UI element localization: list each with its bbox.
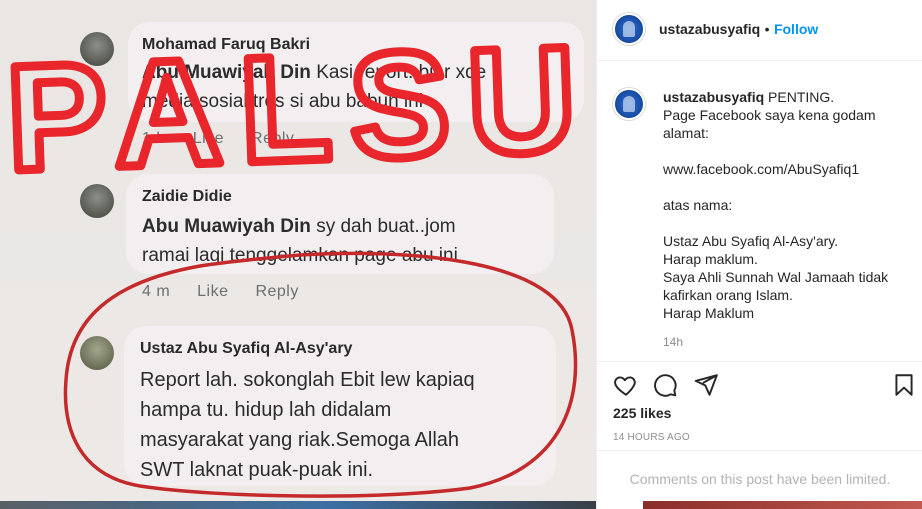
header-username[interactable]: ustazabusyafiq (659, 21, 760, 37)
likes-count[interactable]: 225 likes (613, 405, 671, 421)
image-bottom-strip (0, 501, 596, 509)
post-sidebar: ustazabusyafiq • Follow ustazabusyafiq P… (596, 0, 922, 509)
header-line: ustazabusyafiq • Follow (659, 21, 818, 39)
caption-line: atas nama: (663, 197, 733, 213)
comment-time: 4 m (142, 283, 171, 300)
caption-line: kafirkan orang Islam. (663, 287, 793, 303)
comment-icon[interactable] (652, 372, 678, 398)
caption-username[interactable]: ustazabusyafiq (663, 89, 764, 105)
comment-meta: 1 h Like Reply (142, 130, 316, 148)
caption-line: Ustaz Abu Syafiq Al-Asy'ary. (663, 233, 839, 249)
comment-time: 1 h (142, 130, 166, 147)
commenter-name: Zaidie Didie (142, 188, 232, 205)
caption-avatar[interactable] (613, 88, 645, 120)
share-icon[interactable] (693, 372, 719, 398)
commenter-name: Mohamad Faruq Bakri (142, 36, 311, 53)
comment-text: Abu Muawiyah Din sy dah buat..jom ramai … (142, 216, 458, 266)
follow-button[interactable]: Follow (774, 21, 818, 37)
commenter-avatar (80, 336, 114, 370)
comment-meta: 4 m Like Reply (142, 283, 321, 301)
caption-line (663, 178, 913, 196)
caption-first-line: PENTING. (768, 89, 835, 105)
mention: Abu Muawiyah Din (142, 216, 311, 237)
like-link: Like (197, 283, 229, 300)
post-image[interactable]: Mohamad Faruq Bakri Abu Muawiyah Din Kas… (0, 0, 596, 509)
caption-line: Page Facebook saya kena godam (663, 107, 876, 123)
post-header: ustazabusyafiq • Follow (597, 0, 922, 61)
mention: Abu Muawiyah Din (142, 62, 311, 83)
commenter-name: Ustaz Abu Syafiq Al-Asy'ary (140, 340, 353, 357)
next-post-strip (643, 501, 922, 509)
commenter-avatar (80, 184, 114, 218)
caption-line: Saya Ahli Sunnah Wal Jamaah tidak (663, 269, 889, 285)
caption-line: Harap maklum. (663, 251, 758, 267)
reply-link: Reply (251, 130, 295, 147)
reply-link: Reply (255, 283, 299, 300)
avatar[interactable] (613, 13, 645, 45)
bookmark-icon[interactable] (891, 372, 917, 398)
caption-time[interactable]: 14h (663, 335, 683, 349)
caption-line: alamat: (663, 125, 709, 141)
post-caption: ustazabusyafiq PENTING. Page Facebook sa… (663, 88, 913, 322)
post-timestamp[interactable]: 14 HOURS AGO (613, 432, 690, 443)
commenter-avatar (80, 32, 114, 66)
caption-line (663, 142, 913, 160)
caption-line (663, 214, 913, 232)
separator-dot: • (764, 21, 770, 37)
comment-text: Report lah. sokonglah Ebit lew kapiaq ha… (140, 369, 475, 481)
like-link: Like (192, 130, 225, 147)
caption-link: www.facebook.com/AbuSyafiq1 (663, 161, 860, 177)
action-bar (597, 361, 922, 409)
caption-line: Harap Maklum (663, 305, 755, 321)
comment-text: Abu Muawiyah Din Kasi report..biar xde m… (142, 62, 487, 112)
heart-icon[interactable] (613, 372, 639, 398)
